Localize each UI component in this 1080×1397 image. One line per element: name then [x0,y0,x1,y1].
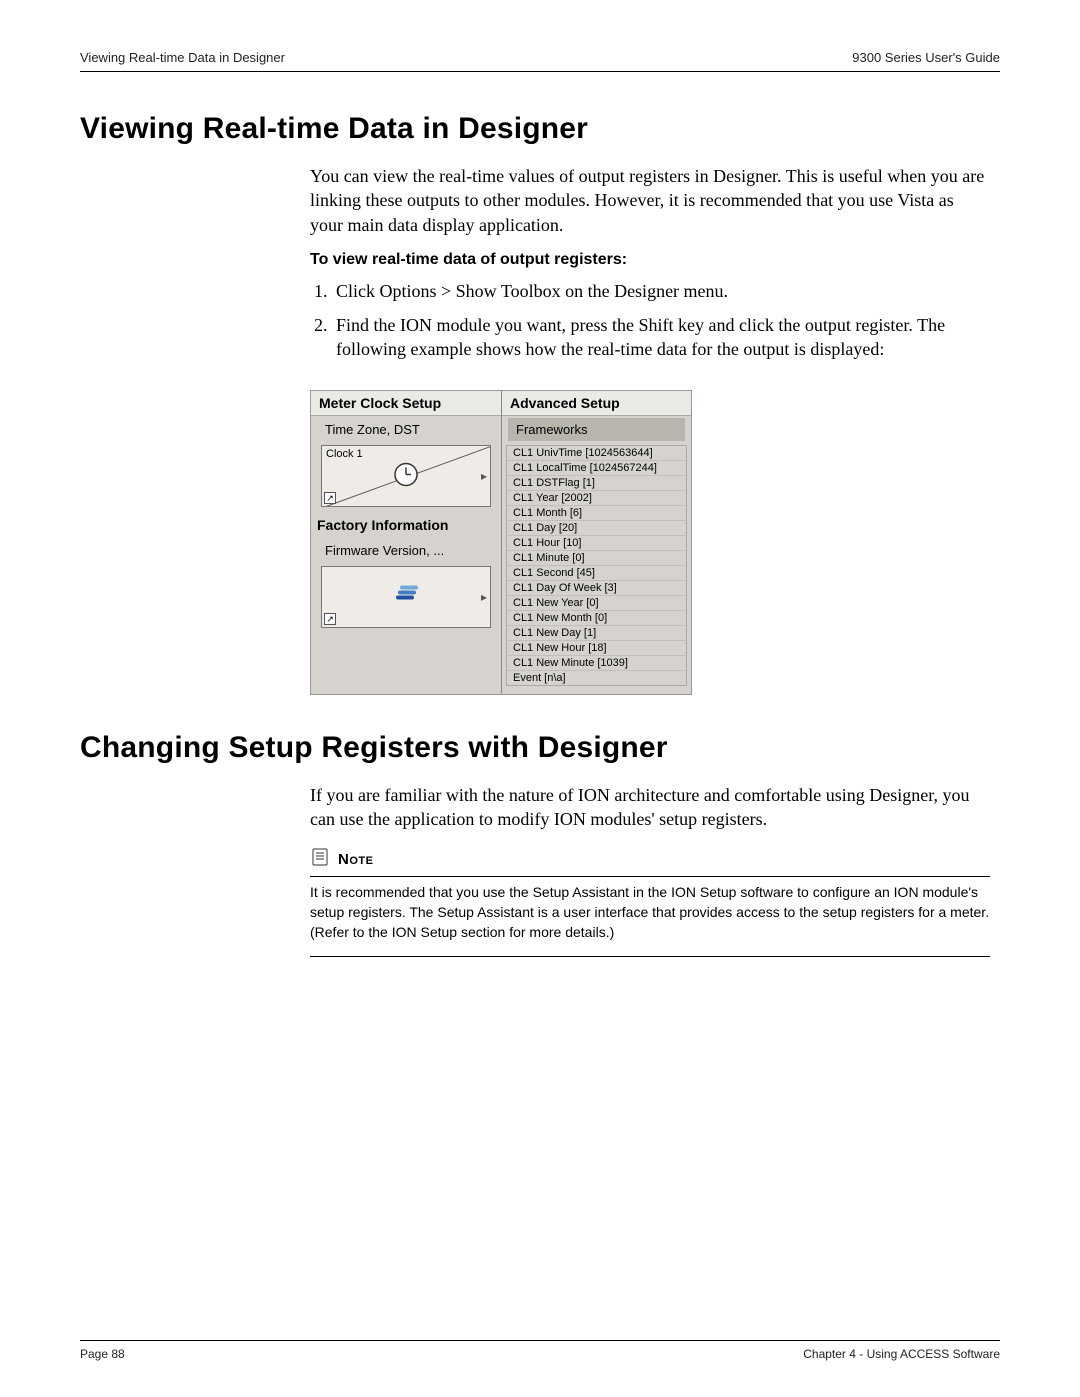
panel-left-title: Meter Clock Setup [311,391,501,416]
section-changing-setup-title: Changing Setup Registers with Designer [80,731,1000,765]
section1-intro: You can view the real-time values of out… [310,164,990,237]
section2-intro: If you are familiar with the nature of I… [310,783,990,832]
note-label: Note [338,851,373,868]
expand-icon[interactable]: ↗ [324,613,336,625]
section1-subhead: To view real-time data of output registe… [310,251,990,269]
designer-toolbox-panel: Meter Clock Setup Time Zone, DST Clock 1… [310,390,692,695]
panel-right-column: Advanced Setup Frameworks CL1 UnivTime [… [501,391,691,694]
register-row[interactable]: Event [n\a] [507,671,686,685]
step-2: Find the ION module you want, press the … [332,313,990,362]
register-row[interactable]: CL1 Hour [10] [507,536,686,551]
page-header: Viewing Real-time Data in Designer 9300 … [80,50,1000,72]
footer-left: Page 88 [80,1347,125,1361]
note-body: It is recommended that you use the Setup… [310,883,990,957]
register-row[interactable]: CL1 New Minute [1039] [507,656,686,671]
step-1: Click Options > Show Toolbox on the Desi… [332,279,990,303]
register-row[interactable]: CL1 New Month [0] [507,611,686,626]
register-list: CL1 UnivTime [1024563644] CL1 LocalTime … [506,445,687,686]
register-row[interactable]: CL1 Year [2002] [507,491,686,506]
stack-icon [392,585,420,608]
section1-steps: Click Options > Show Toolbox on the Desi… [332,279,990,362]
register-row[interactable]: CL1 Second [45] [507,566,686,581]
note-block: Note It is recommended that you use the … [310,847,990,957]
register-row[interactable]: CL1 New Day [1] [507,626,686,641]
register-row[interactable]: CL1 LocalTime [1024567244] [507,461,686,476]
module-clock1[interactable]: Clock 1 ↗ ▸ [321,445,491,507]
panel-item-frameworks[interactable]: Frameworks [508,418,685,441]
register-row[interactable]: CL1 Minute [0] [507,551,686,566]
register-row[interactable]: CL1 Month [6] [507,506,686,521]
header-left: Viewing Real-time Data in Designer [80,50,285,65]
footer-right: Chapter 4 - Using ACCESS Software [803,1347,1000,1361]
module-label: Clock 1 [326,448,363,460]
clock-icon [393,461,419,490]
panel-right-title: Advanced Setup [502,391,691,416]
panel-item-firmware[interactable]: Firmware Version, ... [311,537,501,560]
expand-icon[interactable]: ↗ [324,492,336,504]
register-row[interactable]: CL1 UnivTime [1024563644] [507,446,686,461]
panel-left-column: Meter Clock Setup Time Zone, DST Clock 1… [311,391,501,694]
module-firmware[interactable]: ↗ ▸ [321,566,491,628]
page-footer: Page 88 Chapter 4 - Using ACCESS Softwar… [80,1340,1000,1361]
note-icon [310,847,330,872]
panel-section-factory-info: Factory Information [317,517,501,533]
register-row[interactable]: CL1 DSTFlag [1] [507,476,686,491]
output-arrow-icon[interactable]: ▸ [481,590,487,604]
register-row[interactable]: CL1 Day [20] [507,521,686,536]
header-right: 9300 Series User's Guide [852,50,1000,65]
section-viewing-realtime-title: Viewing Real-time Data in Designer [80,112,1000,146]
register-row[interactable]: CL1 Day Of Week [3] [507,581,686,596]
panel-item-timezone[interactable]: Time Zone, DST [311,416,501,439]
output-arrow-icon[interactable]: ▸ [481,469,487,483]
register-row[interactable]: CL1 New Year [0] [507,596,686,611]
register-row[interactable]: CL1 New Hour [18] [507,641,686,656]
